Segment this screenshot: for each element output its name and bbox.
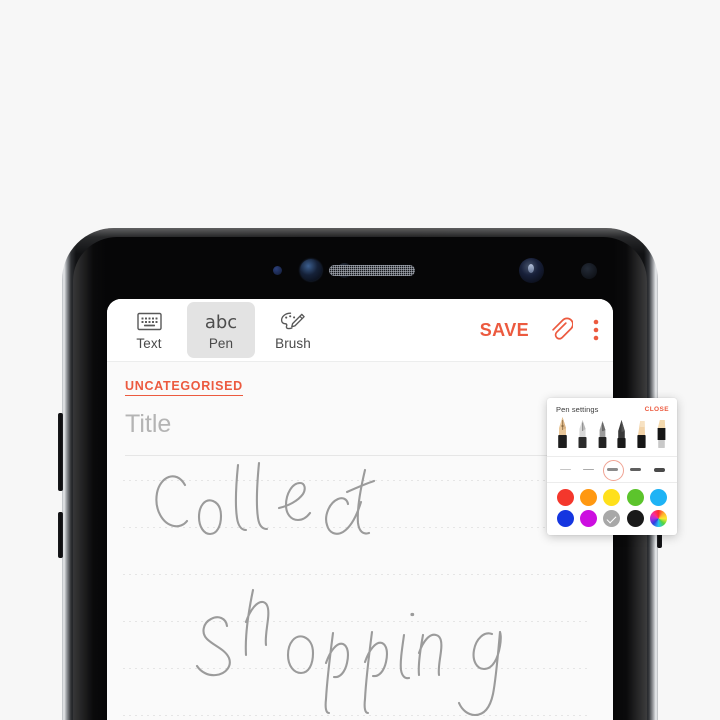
pen-option-marker[interactable] xyxy=(634,416,649,452)
pen-option-ballpoint-pen[interactable] xyxy=(614,416,629,452)
guide-line xyxy=(121,715,591,716)
guide-line xyxy=(121,480,591,481)
palette-brush-icon xyxy=(279,309,307,334)
tab-brush[interactable]: Brush xyxy=(259,302,327,358)
pen-option-pencil[interactable] xyxy=(595,416,610,452)
color-swatch-green[interactable] xyxy=(626,489,644,506)
keyboard-icon xyxy=(136,309,162,334)
thickness-bar xyxy=(559,469,571,470)
front-camera-icon xyxy=(519,258,544,283)
top-bezel xyxy=(73,237,647,299)
thickness-bar xyxy=(583,468,594,471)
more-vertical-icon[interactable] xyxy=(593,318,599,342)
bixby-button[interactable] xyxy=(58,512,63,558)
tab-pen[interactable]: abc Pen xyxy=(187,302,255,358)
thickness-option-3[interactable] xyxy=(602,458,624,484)
color-swatch-black[interactable] xyxy=(626,510,644,527)
pen-option-calligraphy-pen[interactable] xyxy=(575,416,590,452)
guide-line xyxy=(121,574,591,575)
glass-edge-reflection-left xyxy=(73,237,107,720)
guide-line xyxy=(121,621,591,622)
color-swatch-blue[interactable] xyxy=(556,510,574,527)
category-chip[interactable]: UNCATEGORISED xyxy=(125,379,243,396)
volume-rocker-button[interactable] xyxy=(58,413,63,491)
thickness-row xyxy=(547,457,677,484)
title-divider xyxy=(125,455,577,456)
pen-type-row xyxy=(547,416,677,457)
thickness-option-1[interactable] xyxy=(556,469,574,470)
pen-settings-title: Pen settings xyxy=(556,405,599,414)
paperclip-icon[interactable] xyxy=(549,317,573,343)
guide-line xyxy=(121,668,591,669)
note-body[interactable]: UNCATEGORISED Title xyxy=(107,362,613,720)
color-grid xyxy=(547,483,677,535)
abc-handwriting-icon: abc xyxy=(201,309,241,334)
color-swatch-magenta[interactable] xyxy=(580,510,598,527)
color-swatch-red[interactable] xyxy=(556,489,574,506)
thickness-bar xyxy=(653,467,665,472)
iris-led-icon xyxy=(273,266,282,275)
samsung-notes-app-screen: Text abc Pen Brush SAVE UNCATEGORISED Ti… xyxy=(107,299,613,720)
pen-settings-close-button[interactable]: CLOSE xyxy=(645,406,669,413)
pen-option-fountain-pen[interactable] xyxy=(555,416,570,452)
pen-settings-panel[interactable]: Pen settings CLOSE xyxy=(547,398,677,535)
guide-line xyxy=(121,527,591,528)
tab-pen-label: Pen xyxy=(208,336,234,352)
light-sensor-icon xyxy=(581,263,597,279)
thickness-option-5[interactable] xyxy=(650,467,668,472)
color-picker-swatch[interactable] xyxy=(650,510,668,527)
thickness-option-2[interactable] xyxy=(580,468,598,471)
svg-text:abc: abc xyxy=(205,312,237,333)
tab-brush-label: Brush xyxy=(275,336,311,352)
notes-toolbar: Text abc Pen Brush SAVE xyxy=(107,299,613,362)
earpiece-speaker-icon xyxy=(329,265,415,276)
pen-option-highlighter[interactable] xyxy=(654,416,669,452)
tab-text[interactable]: Text xyxy=(115,302,183,358)
title-input[interactable]: Title xyxy=(125,410,565,439)
iris-camera-icon xyxy=(300,259,322,281)
color-swatch-yellow[interactable] xyxy=(603,489,621,506)
tab-text-label: Text xyxy=(136,336,162,352)
thickness-bar xyxy=(630,467,641,472)
color-swatch-sky-blue[interactable] xyxy=(650,489,668,506)
thickness-option-4[interactable] xyxy=(627,467,645,472)
color-swatch-grey[interactable] xyxy=(603,510,621,527)
screenshot-canvas: Text abc Pen Brush SAVE UNCATEGORISED Ti… xyxy=(0,0,720,720)
color-swatch-orange[interactable] xyxy=(580,489,598,506)
toolbar-actions: SAVE xyxy=(480,317,613,343)
save-button[interactable]: SAVE xyxy=(480,320,529,341)
thickness-bar xyxy=(606,468,618,471)
